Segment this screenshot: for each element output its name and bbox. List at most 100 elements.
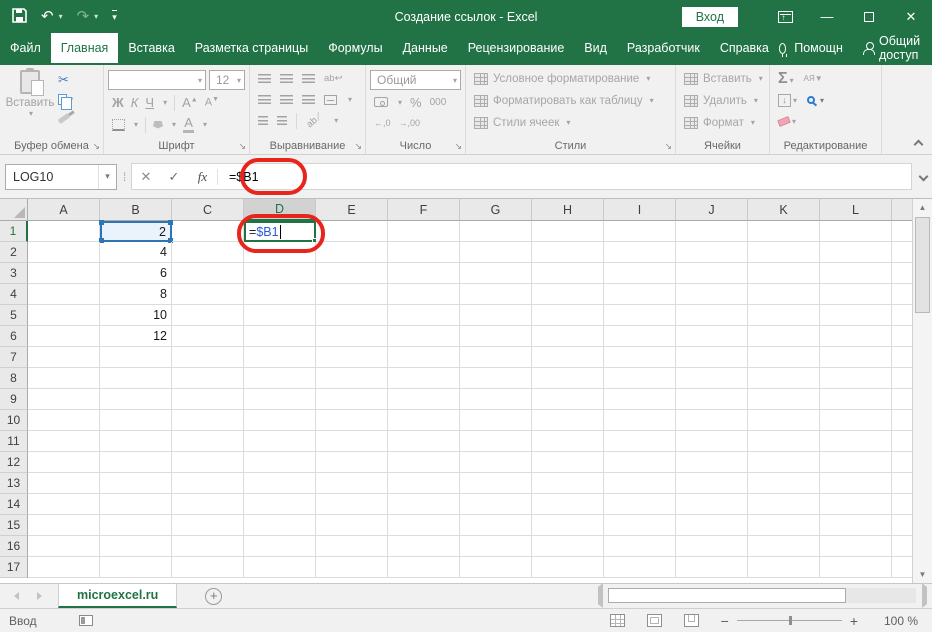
assistant-button[interactable]: Помощн [794, 41, 843, 55]
cell-J4[interactable] [676, 284, 748, 305]
row-header-11[interactable]: 11 [0, 431, 28, 452]
cell-C1[interactable] [172, 221, 244, 242]
cell-H4[interactable] [532, 284, 604, 305]
cell-B13[interactable] [100, 473, 172, 494]
cell-F17[interactable] [388, 557, 460, 578]
cell-F8[interactable] [388, 368, 460, 389]
scroll-right-icon[interactable] [921, 582, 927, 608]
number-format-combo[interactable]: Общий ▾ [370, 70, 461, 90]
select-all-button[interactable] [0, 199, 28, 221]
cell-L13[interactable] [820, 473, 892, 494]
cell-D3[interactable] [244, 263, 316, 284]
cell-G16[interactable] [460, 536, 532, 557]
zoom-in-icon[interactable]: + [850, 614, 858, 628]
cell-H15[interactable] [532, 515, 604, 536]
cell-A17[interactable] [28, 557, 100, 578]
share-button[interactable]: Общий доступ [879, 34, 929, 62]
cell-A8[interactable] [28, 368, 100, 389]
cell-H5[interactable] [532, 305, 604, 326]
cell-B8[interactable] [100, 368, 172, 389]
ribbon-display-options-button[interactable] [764, 0, 806, 33]
row-header-9[interactable]: 9 [0, 389, 28, 410]
merge-dropdown-icon[interactable]: ▾ [348, 95, 352, 104]
cell-B7[interactable] [100, 347, 172, 368]
row-header-15[interactable]: 15 [0, 515, 28, 536]
cell-C16[interactable] [172, 536, 244, 557]
cell-A15[interactable] [28, 515, 100, 536]
cell-B4[interactable]: 8 [100, 284, 172, 305]
macro-record-icon[interactable] [78, 615, 93, 626]
cell-D2[interactable] [244, 242, 316, 263]
row-header-10[interactable]: 10 [0, 410, 28, 431]
cell-B1[interactable]: 2 [99, 220, 173, 243]
conditional-formatting-button[interactable]: Условное форматирование ▾ [474, 70, 671, 87]
cell-L14[interactable] [820, 494, 892, 515]
cell-D16[interactable] [244, 536, 316, 557]
cell-C11[interactable] [172, 431, 244, 452]
cell-E2[interactable] [316, 242, 388, 263]
cell-K14[interactable] [748, 494, 820, 515]
cell-D14[interactable] [244, 494, 316, 515]
vertical-scroll-thumb[interactable] [915, 217, 930, 313]
zoom-slider[interactable] [736, 616, 842, 625]
cell-A2[interactable] [28, 242, 100, 263]
number-dialog-launcher[interactable]: ↘ [454, 142, 462, 151]
zoom-slider-thumb[interactable] [789, 616, 793, 625]
cell-G11[interactable] [460, 431, 532, 452]
cell-C8[interactable] [172, 368, 244, 389]
sheet-tab[interactable]: microexcel.ru [58, 584, 178, 608]
expand-formula-bar-icon[interactable] [918, 171, 929, 182]
cell-F1[interactable] [388, 221, 460, 242]
cell-K7[interactable] [748, 347, 820, 368]
cell-I13[interactable] [604, 473, 676, 494]
cell-B12[interactable] [100, 452, 172, 473]
cell-E12[interactable] [316, 452, 388, 473]
cell-E13[interactable] [316, 473, 388, 494]
ribbon-tab-2[interactable]: Вставка [118, 33, 184, 63]
cell-D7[interactable] [244, 347, 316, 368]
undo-icon[interactable]: ↶ [41, 9, 54, 24]
cell-B14[interactable] [100, 494, 172, 515]
fill-color-dropdown-icon[interactable]: ▾ [172, 120, 176, 129]
cell-E16[interactable] [316, 536, 388, 557]
cell-J7[interactable] [676, 347, 748, 368]
cell-I9[interactable] [604, 389, 676, 410]
borders-dropdown-icon[interactable]: ▾ [134, 120, 138, 129]
selection-handle-tl[interactable] [99, 220, 104, 225]
cell-E4[interactable] [316, 284, 388, 305]
cell-A1[interactable] [28, 221, 100, 242]
decrease-decimal-icon[interactable]: →,00 [399, 118, 421, 128]
cell-K11[interactable] [748, 431, 820, 452]
comma-style-button[interactable]: 000 [430, 97, 447, 108]
increase-decimal-icon[interactable]: ←,0 [374, 118, 391, 128]
cell-B10[interactable] [100, 410, 172, 431]
font-color-button[interactable]: А [183, 116, 195, 133]
cell-C4[interactable] [172, 284, 244, 305]
column-header-D[interactable]: D [244, 199, 316, 221]
cell-H10[interactable] [532, 410, 604, 431]
cell-H8[interactable] [532, 368, 604, 389]
column-header-K[interactable]: K [748, 199, 820, 221]
cell-F15[interactable] [388, 515, 460, 536]
cell-H14[interactable] [532, 494, 604, 515]
cell-L12[interactable] [820, 452, 892, 473]
row-header-4[interactable]: 4 [0, 284, 28, 305]
clear-button[interactable]: ▾ [777, 115, 796, 127]
cell-G13[interactable] [460, 473, 532, 494]
cell-H1[interactable] [532, 221, 604, 242]
cell-L1[interactable] [820, 221, 892, 242]
fill-color-icon[interactable] [153, 120, 164, 129]
percent-style-button[interactable]: % [410, 95, 422, 110]
cell-D11[interactable] [244, 431, 316, 452]
wrap-text-icon[interactable]: ab↩ [324, 74, 343, 84]
cell-A4[interactable] [28, 284, 100, 305]
cell-E14[interactable] [316, 494, 388, 515]
cell-K17[interactable] [748, 557, 820, 578]
column-header-F[interactable]: F [388, 199, 460, 221]
maximize-button[interactable] [848, 0, 890, 33]
shrink-font-button[interactable]: А▼ [205, 96, 219, 109]
cell-I12[interactable] [604, 452, 676, 473]
enter-button[interactable]: ✓ [160, 169, 188, 185]
ribbon-tab-9[interactable]: Справка [710, 33, 779, 63]
cell-D1[interactable]: = $B1 [244, 221, 317, 243]
